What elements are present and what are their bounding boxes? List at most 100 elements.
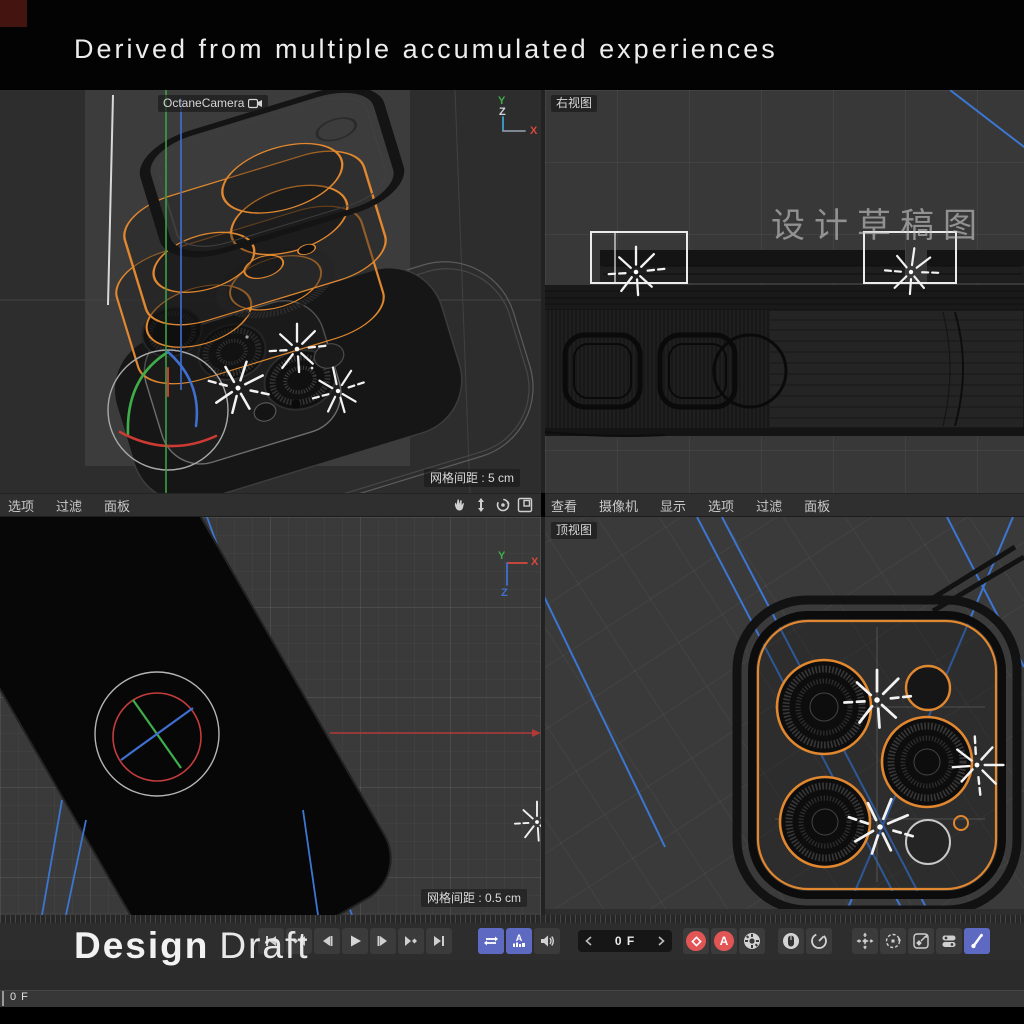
viewport-menubar-right: 查看 摄像机 显示 选项 过滤 面板 — [545, 493, 1024, 517]
next-key-button[interactable] — [398, 928, 424, 954]
timeline-texture-strip — [0, 915, 1024, 923]
camera-lens — [780, 777, 870, 867]
flash-ring — [906, 666, 950, 710]
right-view-scene — [545, 90, 1024, 493]
loop-toggle-button[interactable] — [478, 928, 504, 954]
camera-lens — [882, 717, 972, 807]
viewport-name-label[interactable]: 右视图 — [551, 95, 597, 112]
perspective-scene — [0, 90, 541, 493]
top-banner: Derived from multiple accumulated experi… — [0, 0, 1024, 90]
axis-z-label: Z — [499, 106, 506, 118]
viewport-front-view[interactable]: Y X Z 网格间距 : 0.5 cm — [0, 517, 541, 915]
orbit-icon[interactable] — [495, 497, 511, 513]
grid-spacing-label: 网格间距 : 0.5 cm — [421, 889, 527, 907]
loop-icon — [483, 934, 499, 948]
design-draft-watermark-cn: 设计草稿图 — [771, 198, 986, 247]
chevron-right-icon[interactable] — [658, 936, 665, 946]
camera-label[interactable]: OctaneCamera — [158, 95, 268, 112]
speaker-button[interactable] — [534, 928, 560, 954]
camera-lens — [777, 660, 871, 754]
menu-camera[interactable]: 摄像机 — [599, 496, 638, 515]
svg-text:A: A — [516, 933, 523, 943]
menu-options[interactable]: 选项 — [8, 496, 34, 515]
layers-icon — [940, 932, 958, 950]
autokey-button[interactable]: A — [711, 928, 737, 954]
viewport-perspective[interactable]: OctaneCamera Y Z X 网格间距 : 5 cm — [0, 90, 541, 493]
bottom-void — [0, 1007, 1024, 1024]
rotate-tool-button[interactable] — [880, 928, 906, 954]
light-burst-icon — [515, 802, 541, 841]
keyframe-settings-button[interactable] — [739, 928, 765, 954]
goto-end-icon — [432, 934, 446, 948]
axis-gizmo — [503, 117, 525, 131]
banner-title: Derived from multiple accumulated experi… — [74, 34, 778, 65]
move-tool-button[interactable] — [852, 928, 878, 954]
goto-start-button[interactable] — [258, 928, 284, 954]
menu-view[interactable]: 查看 — [551, 496, 577, 515]
timeline-ruler[interactable]: 10 15 20 25 30 35 40 45 50 55 60 65 — [0, 960, 1024, 990]
scale-tool-button[interactable] — [908, 928, 934, 954]
rotate-tool-icon — [884, 932, 902, 950]
menu-panel[interactable]: 面板 — [104, 496, 130, 515]
playback-mode-controls: A — [478, 928, 560, 954]
logo-mark — [0, 0, 27, 27]
play-button[interactable] — [342, 928, 368, 954]
sound-marker-button[interactable]: A — [506, 928, 532, 954]
next-key-icon — [404, 934, 418, 948]
application-window: Derived from multiple accumulated experi… — [0, 0, 1024, 1024]
record-option-controls — [778, 928, 832, 954]
menu-options[interactable]: 选项 — [708, 496, 734, 515]
axis-y-label: Y — [498, 550, 505, 562]
record-keyframe-button[interactable] — [683, 928, 709, 954]
prev-key-button[interactable] — [286, 928, 312, 954]
speaker-icon — [539, 933, 555, 949]
prev-frame-button[interactable] — [314, 928, 340, 954]
grid-spacing-label: 网格间距 : 5 cm — [424, 469, 520, 487]
axis-x-label: X — [530, 125, 537, 137]
coordinate-system-button[interactable] — [936, 928, 962, 954]
tool-controls — [852, 928, 990, 954]
menu-panel[interactable]: 面板 — [804, 496, 830, 515]
front-view-scene — [0, 517, 541, 915]
zoom-icon[interactable] — [473, 497, 489, 513]
record-keyframe-icon — [686, 931, 706, 951]
chevron-left-icon[interactable] — [585, 936, 592, 946]
prev-frame-icon — [320, 934, 334, 948]
menu-filter[interactable]: 过滤 — [756, 496, 782, 515]
transport-controls — [258, 928, 452, 954]
timeline-track[interactable] — [0, 990, 1024, 1007]
record-objects-button[interactable] — [778, 928, 804, 954]
viewport-top-view[interactable]: 顶视图 — [545, 517, 1024, 915]
dial-icon — [809, 931, 829, 951]
next-frame-button[interactable] — [370, 928, 396, 954]
goto-end-button[interactable] — [426, 928, 452, 954]
camera-label-text: OctaneCamera — [163, 95, 244, 112]
viewport-divider — [541, 90, 545, 493]
menu-filter[interactable]: 过滤 — [56, 496, 82, 515]
autokey-icon: A — [714, 931, 734, 951]
camera-icon — [248, 98, 263, 109]
playhead-marker[interactable] — [2, 991, 4, 1006]
current-frame-field[interactable]: 0 F — [578, 930, 672, 952]
snap-icon — [968, 932, 986, 950]
menu-display[interactable]: 显示 — [660, 496, 686, 515]
keyframe-record-controls: A — [683, 928, 765, 954]
maximize-view-icon[interactable] — [517, 497, 533, 513]
viewport-menubar-left: 选项 过滤 面板 — [0, 493, 541, 517]
top-view-scene — [545, 517, 1024, 915]
axis-x-label: X — [531, 556, 538, 568]
scale-tool-icon — [912, 932, 930, 950]
viewport-name-label[interactable]: 顶视图 — [551, 522, 597, 539]
viewport-right-view[interactable]: 右视图 设计草稿图 — [545, 90, 1024, 493]
play-icon — [348, 934, 362, 948]
mouse-icon — [781, 931, 801, 951]
prev-key-icon — [292, 934, 306, 948]
playhead-frame-label: 0 F — [10, 991, 29, 1003]
next-frame-icon — [376, 934, 390, 948]
playback-rate-button[interactable] — [806, 928, 832, 954]
gear-icon — [742, 931, 762, 951]
move-tool-icon — [856, 932, 874, 950]
sound-marker-icon: A — [511, 933, 527, 949]
snap-toggle-button[interactable] — [964, 928, 990, 954]
pan-hand-icon[interactable] — [451, 497, 467, 513]
